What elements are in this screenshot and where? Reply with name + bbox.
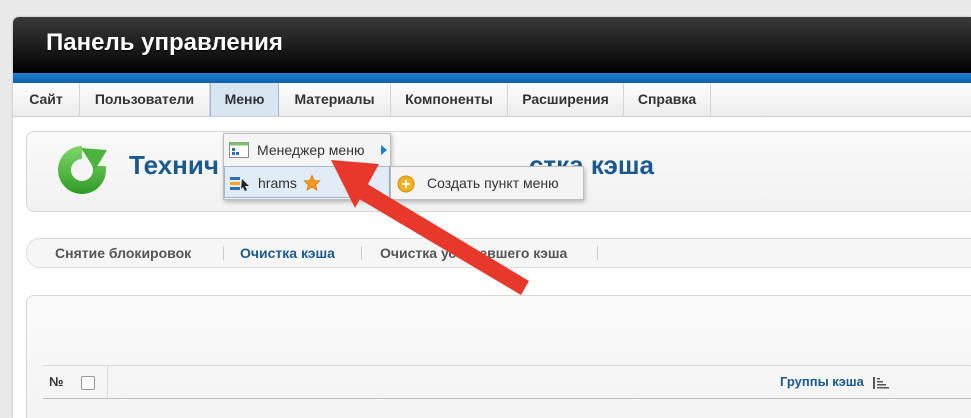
admin-window: Панель управления Сайт Пользователи Меню… — [13, 17, 971, 418]
annotation-arrow — [331, 160, 529, 295]
